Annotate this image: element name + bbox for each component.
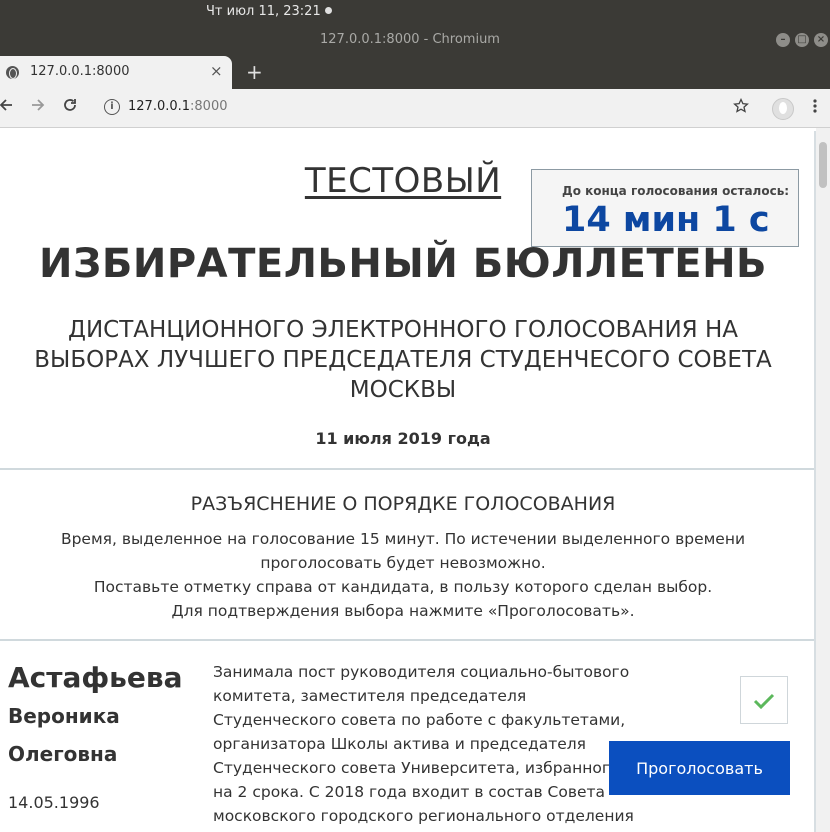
url-port: :8000 — [190, 99, 228, 114]
browser-tab[interactable]: 127.0.0.1:8000 × — [0, 56, 232, 89]
page-viewport: ТЕСТОВЫЙ До конца голосования осталось: … — [0, 128, 830, 832]
explanation-line: Поставьте отметку справа от кандидата, в… — [93, 578, 713, 596]
os-clock[interactable]: Чт июл 11, 23:21 — [206, 4, 332, 19]
vote-checkbox[interactable] — [740, 676, 788, 724]
tab-strip: 127.0.0.1:8000 × + — [0, 56, 830, 89]
kebab-menu-icon[interactable] — [812, 98, 818, 119]
divider — [0, 468, 814, 470]
candidate-name: Вероника — [8, 704, 120, 728]
ballot-subtitle: ДИСТАНЦИОННОГО ЭЛЕКТРОННОГО ГОЛОСОВАНИЯ … — [34, 317, 772, 403]
info-icon[interactable]: i — [104, 99, 120, 115]
forward-arrow-icon[interactable] — [30, 97, 46, 118]
star-icon[interactable] — [733, 97, 749, 119]
countdown-timer: До конца голосования осталось: 14 мин 1 … — [531, 169, 799, 247]
candidate-birthdate: 14.05.1996 — [8, 793, 100, 812]
explanation-line: Для подтверждения выбора нажмите «Прогол… — [171, 602, 635, 620]
checkmark-icon — [753, 693, 775, 710]
window-title-bar: 127.0.0.1:8000 - Chromium – □ × — [0, 24, 830, 56]
back-arrow-icon[interactable] — [0, 97, 14, 118]
browser-toolbar: i 127.0.0.1:8000 — [0, 89, 830, 128]
page-title: ИЗБИРАТЕЛЬНЫЙ БЮЛЛЕТЕНЬ — [38, 241, 768, 287]
ballot-date: 11 июля 2019 года — [315, 429, 491, 448]
explanation-line: Время, выделенное на голосование 15 мину… — [60, 530, 746, 572]
explanation-text: Время, выделенное на голосование 15 мину… — [8, 527, 798, 623]
os-top-bar: Чт июл 11, 23:21 — [0, 0, 830, 24]
status-dot-icon — [324, 7, 332, 14]
minimize-icon[interactable]: – — [776, 33, 790, 47]
window-title: 127.0.0.1:8000 - Chromium — [320, 32, 500, 47]
candidate-patronymic: Олеговна — [8, 742, 118, 766]
page-scrollbar[interactable] — [816, 128, 830, 832]
vote-button[interactable]: Проголосовать — [609, 741, 790, 795]
address-bar[interactable]: 127.0.0.1:8000 — [128, 99, 228, 114]
close-window-icon[interactable]: × — [814, 33, 828, 47]
ballot-frame: ТЕСТОВЫЙ До конца голосования осталось: … — [0, 131, 816, 832]
maximize-icon[interactable]: □ — [795, 33, 809, 47]
tab-close-icon[interactable]: × — [210, 62, 223, 80]
scrollbar-thumb[interactable] — [819, 142, 827, 188]
explanation-heading: РАЗЪЯСНЕНИЕ О ПОРЯДКЕ ГОЛОСОВАНИЯ — [190, 493, 616, 515]
profile-avatar-icon[interactable] — [772, 98, 794, 120]
tab-title: 127.0.0.1:8000 — [30, 64, 130, 79]
reload-icon[interactable] — [62, 97, 78, 118]
candidate-bio: Занимала пост руководителя социально-быт… — [213, 663, 634, 832]
candidate-surname: Астафьева — [8, 661, 183, 694]
timer-value: 14 мин 1 с — [562, 200, 770, 240]
url-host: 127.0.0.1 — [128, 99, 191, 114]
new-tab-icon[interactable]: + — [246, 60, 263, 84]
divider — [0, 639, 814, 641]
globe-icon — [6, 66, 19, 79]
timer-caption: До конца голосования осталось: — [562, 184, 790, 198]
os-clock-text: Чт июл 11, 23:21 — [206, 4, 321, 19]
